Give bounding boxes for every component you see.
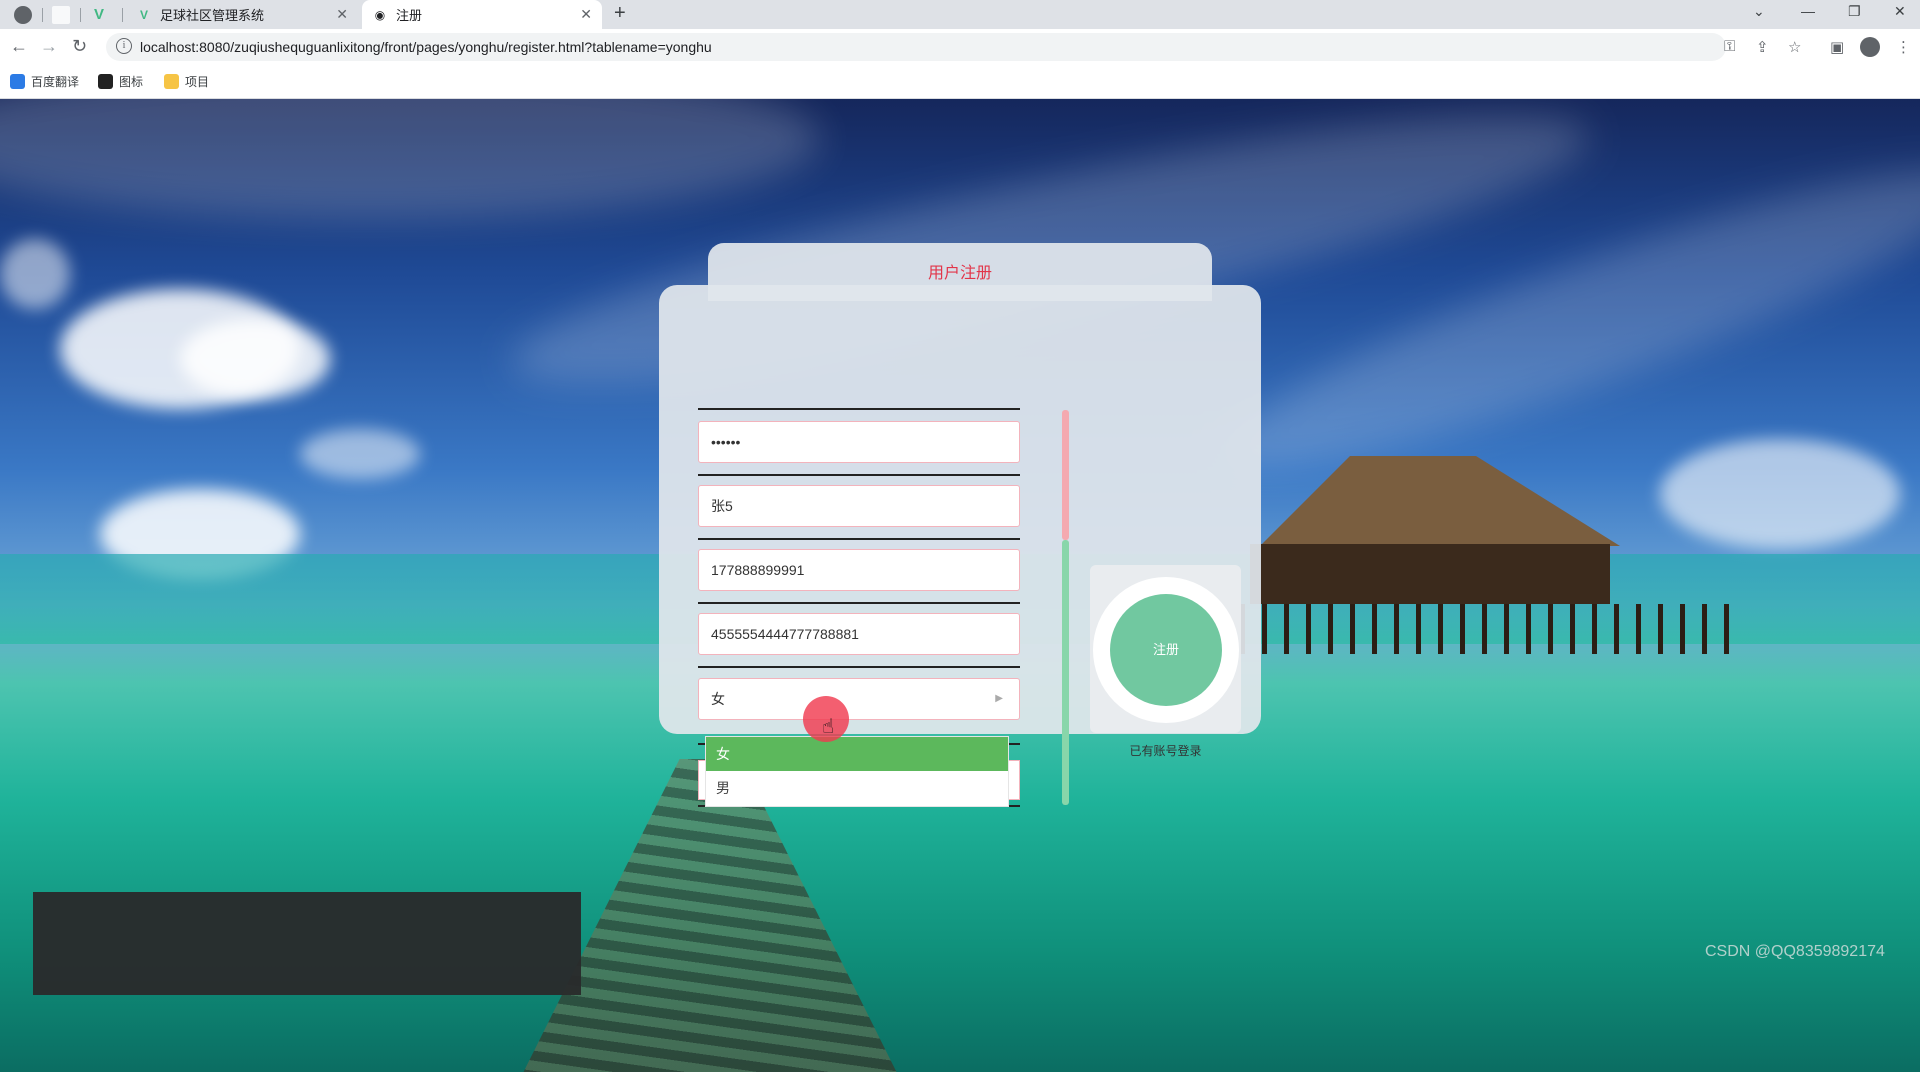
hand-cursor-icon: ☝ — [822, 716, 835, 738]
field-divider — [698, 474, 1020, 476]
back-icon[interactable]: ← — [10, 36, 28, 57]
blank-tab-icon[interactable] — [52, 6, 70, 24]
tab-title: 注册 — [396, 8, 423, 23]
tab-separator — [80, 8, 81, 22]
bookmark-label: 项目 — [185, 75, 210, 89]
hut-stilts — [1240, 604, 1740, 654]
folder-icon — [164, 74, 179, 89]
globe-icon[interactable] — [14, 6, 32, 24]
minimize-icon[interactable]: — — [1801, 3, 1815, 19]
hut-body — [1250, 544, 1610, 604]
bookmarks-bar: 百度翻译 图标 项目 — [0, 65, 1920, 99]
close-tab-icon[interactable]: ✕ — [580, 6, 592, 23]
tab-register[interactable]: ◉ 注册 ✕ — [362, 0, 602, 29]
close-icon[interactable]: ✕ — [1894, 3, 1906, 20]
vue-logo-icon[interactable]: V — [94, 6, 112, 24]
bookmark-label: 百度翻译 — [31, 75, 80, 89]
id-number-field[interactable]: 4555554444777788881 — [698, 613, 1020, 655]
password-field[interactable]: •••••• — [698, 421, 1020, 463]
scroll-track-green[interactable] — [1062, 540, 1069, 805]
reload-icon[interactable]: ↻ — [72, 36, 87, 57]
bookmark-label: 图标 — [119, 75, 144, 89]
register-card-header: 用户注册 — [708, 243, 1212, 301]
caret-right-icon: ▶ — [995, 693, 1003, 704]
phone-field[interactable]: 177888899991 — [698, 549, 1020, 591]
field-divider — [698, 602, 1020, 604]
translate-icon — [10, 74, 25, 89]
field-divider — [698, 408, 1020, 410]
tab-strip: V V 足球社区管理系统 ✕ ◉ 注册 ✕ + ⌄ — ❐ ✕ — [0, 0, 1920, 29]
sky-streak — [0, 99, 820, 219]
gender-select[interactable]: 女 ▶ — [698, 678, 1020, 720]
address-bar[interactable]: i localhost:8080/zuqiushequguanlixitong/… — [106, 33, 1726, 61]
image-icon — [98, 74, 113, 89]
profile-avatar[interactable] — [1860, 37, 1880, 57]
globe-icon: ◉ — [374, 7, 386, 22]
close-tab-icon[interactable]: ✕ — [336, 6, 348, 23]
cloud — [180, 319, 330, 399]
restore-icon[interactable]: ❐ — [1848, 3, 1861, 20]
register-button[interactable]: 注册 — [1110, 594, 1222, 706]
url-text[interactable]: localhost:8080/zuqiushequguanlixitong/fr… — [140, 39, 712, 55]
field-divider — [698, 666, 1020, 668]
menu-icon[interactable]: ⋮ — [1896, 38, 1911, 56]
tab-title: 足球社区管理系统 — [160, 8, 265, 23]
tab-separator — [122, 8, 123, 22]
forward-icon[interactable]: → — [40, 36, 58, 57]
side-panel-icon[interactable]: ▣ — [1830, 38, 1844, 56]
watermark: CSDN @QQ8359892174 — [1705, 943, 1885, 960]
page-title: 用户注册 — [927, 265, 992, 282]
share-icon[interactable]: ⇪ — [1756, 38, 1769, 56]
bookmark-projects[interactable]: 项目 — [164, 73, 209, 90]
tab-separator — [42, 8, 43, 22]
login-link[interactable]: 已有账号登录 — [1090, 742, 1241, 759]
key-icon[interactable]: ⚿ — [1724, 38, 1735, 55]
gender-dropdown: 女 男 — [705, 736, 1009, 807]
field-divider — [698, 538, 1020, 540]
name-field[interactable]: 张5 — [698, 485, 1020, 527]
dark-overlay-box — [33, 892, 581, 995]
chevron-down-icon[interactable]: ⌄ — [1753, 3, 1765, 20]
vue-logo-icon: V — [139, 7, 148, 22]
cloud — [1660, 439, 1900, 549]
hut-roof — [1260, 456, 1620, 546]
gender-selected-value: 女 — [711, 691, 725, 707]
scroll-track-red — [1062, 410, 1069, 540]
cloud — [0, 239, 70, 309]
tab-system[interactable]: V 足球社区管理系统 ✕ — [126, 0, 358, 29]
new-tab-button[interactable]: + — [614, 2, 626, 25]
star-icon[interactable]: ☆ — [1788, 38, 1801, 56]
bookmark-icons[interactable]: 图标 — [98, 73, 143, 90]
cloud — [300, 429, 420, 479]
gender-option[interactable]: 男 — [706, 771, 1008, 805]
browser-toolbar: ← → ↻ i localhost:8080/zuqiushequguanlix… — [0, 29, 1920, 65]
bookmark-baidu-translate[interactable]: 百度翻译 — [10, 73, 79, 90]
gender-option[interactable]: 女 — [706, 737, 1008, 771]
site-info-icon[interactable]: i — [116, 38, 132, 54]
